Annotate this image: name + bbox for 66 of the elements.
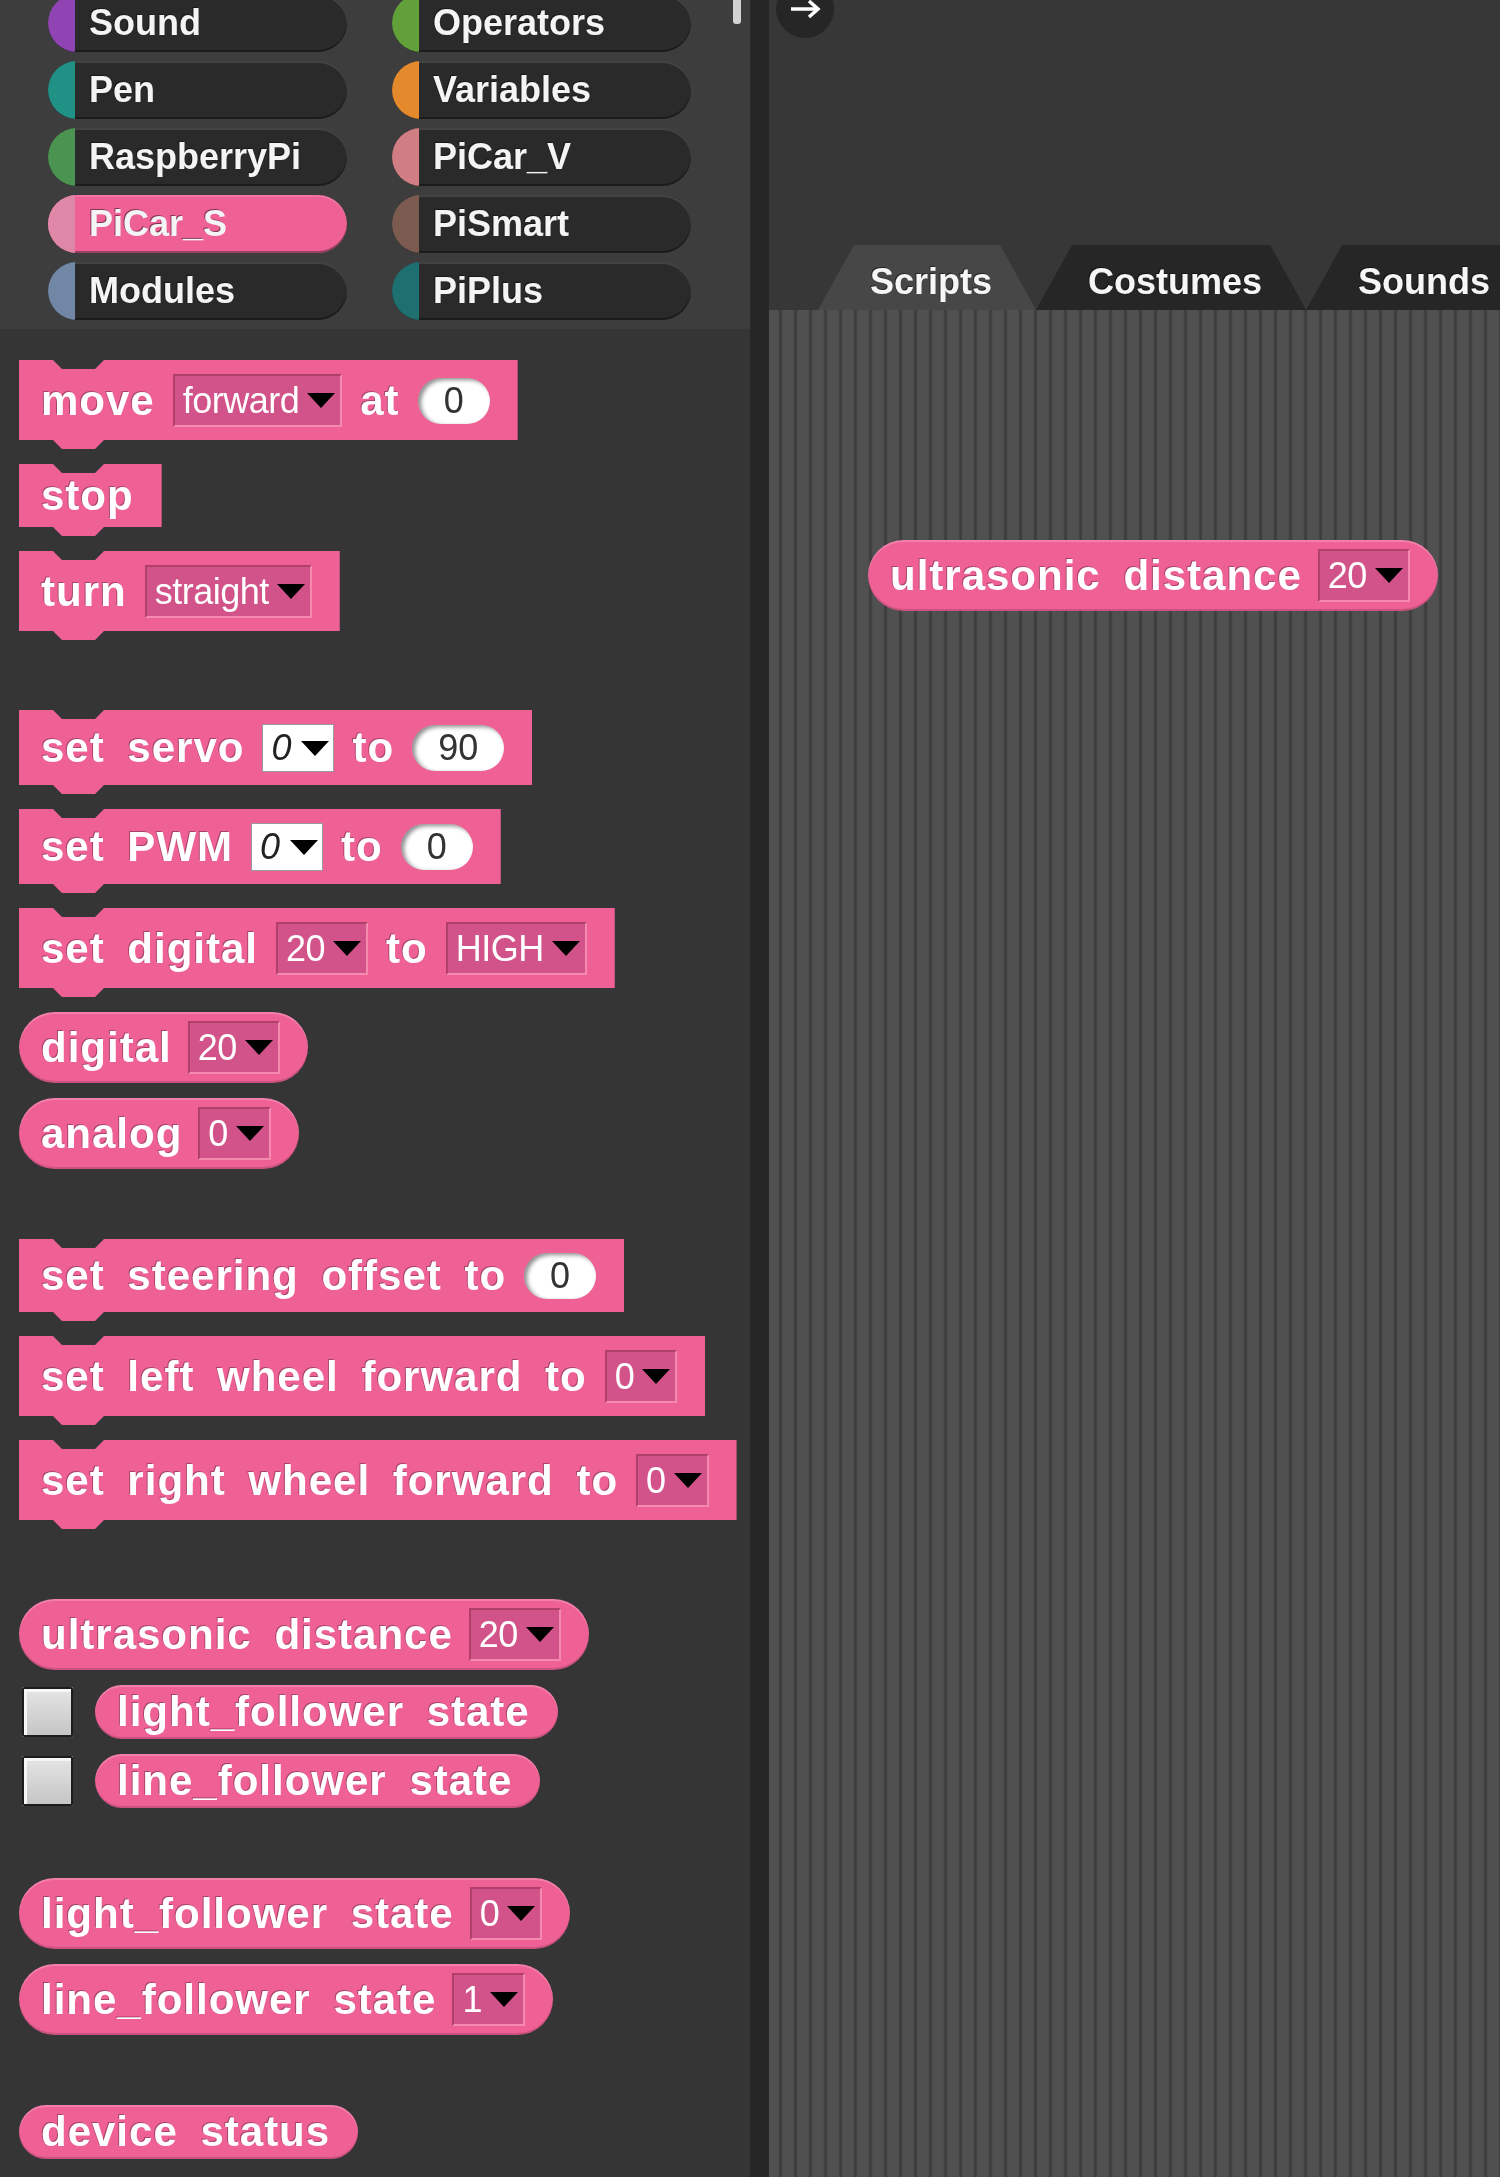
- dropdown-input[interactable]: straight: [144, 565, 312, 618]
- reporter-block[interactable]: analog 0: [19, 1098, 299, 1169]
- category-button[interactable]: PiCar_S: [48, 195, 347, 253]
- number-input[interactable]: 0: [417, 377, 490, 424]
- watcher-checkbox[interactable]: [22, 1687, 73, 1737]
- dropdown-input[interactable]: 20: [276, 922, 369, 975]
- category-button[interactable]: Variables: [392, 61, 691, 119]
- category-button[interactable]: RaspberryPi: [48, 128, 347, 186]
- dropdown-input[interactable]: 20: [468, 1608, 561, 1661]
- dropdown-input[interactable]: 20: [187, 1021, 280, 1074]
- command-block[interactable]: turn straight: [19, 551, 340, 640]
- dropdown-input[interactable]: forward: [172, 374, 343, 427]
- command-block[interactable]: move forward at 0: [19, 360, 518, 449]
- combo-input[interactable]: 0: [262, 724, 335, 772]
- reporter-block[interactable]: device status: [19, 2105, 359, 2159]
- dropdown-input[interactable]: 0: [636, 1454, 709, 1507]
- dropdown-input[interactable]: HIGH: [445, 922, 587, 975]
- category-button[interactable]: PiSmart: [392, 195, 691, 253]
- reporter-block[interactable]: light_follower state: [95, 1685, 558, 1739]
- command-block[interactable]: set digital 20 to HIGH: [19, 908, 615, 997]
- caret-icon: [525, 1627, 554, 1642]
- reporter-block[interactable]: ultrasonic distance 20: [19, 1599, 589, 1670]
- caret-icon: [333, 941, 362, 956]
- caret-icon: [507, 1906, 536, 1921]
- command-block[interactable]: set right wheel forward to 0: [19, 1440, 737, 1529]
- number-input[interactable]: 0: [524, 1253, 597, 1299]
- reporter-block[interactable]: digital 20: [19, 1012, 308, 1083]
- dropdown-input[interactable]: 0: [604, 1350, 678, 1403]
- caret-icon: [244, 1040, 273, 1055]
- number-input[interactable]: 90: [412, 725, 505, 771]
- category-button[interactable]: Operators: [392, 0, 691, 52]
- watcher-checkbox[interactable]: [22, 1756, 73, 1806]
- dropdown-input[interactable]: 0: [469, 1887, 543, 1940]
- dropdown-input[interactable]: 0: [198, 1107, 271, 1160]
- combo-input[interactable]: 0: [251, 823, 324, 871]
- reporter-block[interactable]: ultrasonic distance 20: [868, 540, 1438, 611]
- tab[interactable]: Scripts: [818, 245, 1037, 310]
- caret-icon: [673, 1473, 702, 1488]
- tab[interactable]: Costumes: [1036, 245, 1307, 310]
- caret-icon: [290, 839, 319, 855]
- caret-icon: [551, 941, 580, 956]
- number-input[interactable]: 0: [400, 824, 473, 870]
- scrollbar-thumb[interactable]: [733, 0, 741, 24]
- category-button[interactable]: PiCar_V: [392, 128, 691, 186]
- reporter-block[interactable]: line_follower state 1: [19, 1964, 553, 2035]
- caret-icon: [642, 1369, 671, 1384]
- reporter-block[interactable]: line_follower state: [95, 1754, 541, 1808]
- dropdown-input[interactable]: 20: [1317, 549, 1410, 602]
- dropdown-input[interactable]: 1: [452, 1973, 525, 2026]
- category-button[interactable]: Pen: [48, 61, 347, 119]
- caret-icon: [235, 1126, 264, 1141]
- caret-icon: [276, 584, 305, 599]
- caret-icon: [489, 1992, 518, 2007]
- caret-icon: [301, 740, 330, 756]
- command-block[interactable]: set left wheel forward to 0: [19, 1336, 706, 1425]
- caret-icon: [307, 393, 336, 408]
- category-button[interactable]: Sound: [48, 0, 347, 52]
- command-block[interactable]: set PWM 0 to 0: [19, 809, 501, 893]
- category-button[interactable]: PiPlus: [392, 262, 691, 320]
- caret-icon: [1374, 568, 1403, 583]
- command-block[interactable]: set servo 0 to 90: [19, 710, 533, 794]
- tab[interactable]: Sounds: [1306, 245, 1500, 310]
- category-button[interactable]: Modules: [48, 262, 347, 320]
- reporter-block[interactable]: light_follower state 0: [19, 1878, 571, 1949]
- command-block[interactable]: set steering offset to 0: [19, 1239, 625, 1321]
- command-block[interactable]: stop: [19, 464, 162, 536]
